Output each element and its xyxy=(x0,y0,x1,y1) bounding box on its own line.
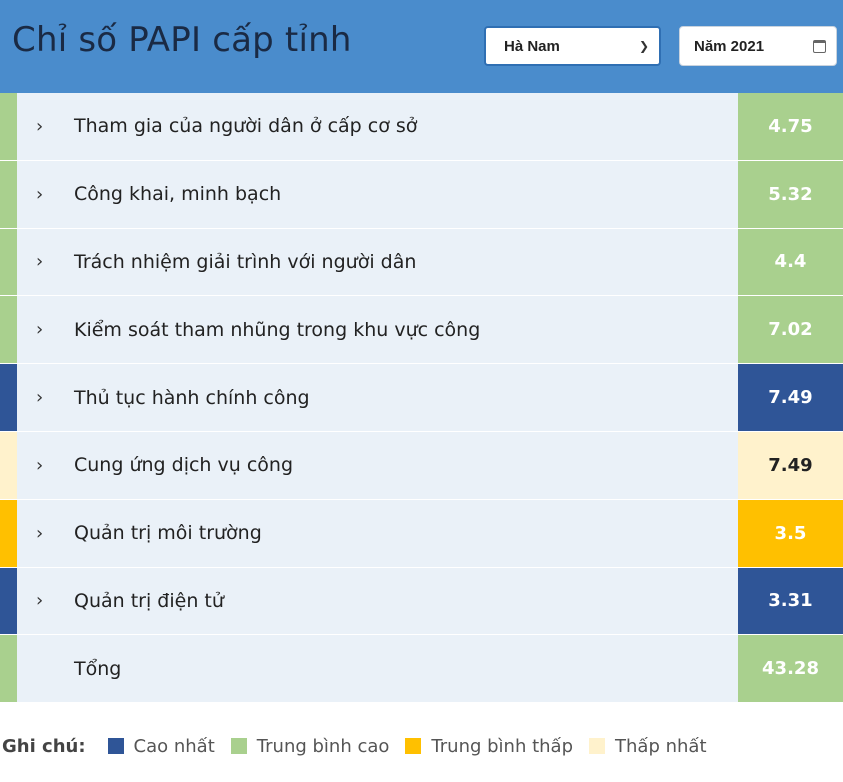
table-row[interactable]: › Thủ tục hành chính công 7.49 xyxy=(0,364,843,432)
index-table: › Tham gia của người dân ở cấp cơ sở 4.7… xyxy=(0,93,843,704)
legend-item: Thấp nhất xyxy=(589,736,707,757)
table-row[interactable]: › Công khai, minh bạch 5.32 xyxy=(0,160,843,229)
legend-label: Trung bình cao xyxy=(256,735,390,757)
chevron-right-icon[interactable]: › xyxy=(36,432,43,499)
legend-swatch xyxy=(405,738,422,754)
legend-title: Ghi chú: xyxy=(2,735,86,757)
calendar-icon xyxy=(813,39,826,53)
chevron-right-icon[interactable]: › xyxy=(36,364,43,431)
table-row[interactable]: › Quản trị môi trường 3.5 xyxy=(0,499,843,568)
table-row[interactable]: › Kiểm soát tham nhũng trong khu vực côn… xyxy=(0,296,843,365)
level-strip xyxy=(0,499,17,567)
page-header: Chỉ số PAPI cấp tỉnh Hà Nam ❯ Năm 2021 xyxy=(0,0,843,93)
row-value: 7.49 xyxy=(738,364,843,431)
legend-swatch xyxy=(230,738,247,754)
total-row: Tổng 43.28 xyxy=(0,635,843,704)
chevron-right-icon[interactable]: › xyxy=(36,229,43,296)
year-picker[interactable]: Năm 2021 xyxy=(679,26,837,66)
row-value: 3.31 xyxy=(738,567,843,635)
legend-label: Thấp nhất xyxy=(615,735,707,757)
legend-label: Cao nhất xyxy=(133,735,215,757)
legend-swatch xyxy=(589,738,606,754)
chevron-right-icon[interactable]: › xyxy=(36,500,43,567)
year-picker-value: Năm 2021 xyxy=(694,37,765,55)
legend-item: Cao nhất xyxy=(107,735,215,757)
level-strip xyxy=(0,93,17,160)
chevron-right-icon[interactable]: › xyxy=(36,93,43,160)
row-label: Kiểm soát tham nhũng trong khu vực công xyxy=(74,318,481,341)
row-label: Thủ tục hành chính công xyxy=(74,386,310,409)
legend-label: Trung bình thấp xyxy=(431,735,574,757)
row-label: Quản trị điện tử xyxy=(74,589,224,612)
row-value: 7.49 xyxy=(738,431,843,499)
province-select-value: Hà Nam xyxy=(504,37,560,55)
table-row[interactable]: › Cung ứng dịch vụ công 7.49 xyxy=(0,431,843,500)
legend-item: Trung bình thấp xyxy=(405,736,573,757)
total-value: 43.28 xyxy=(738,635,843,703)
chevron-right-icon[interactable]: › xyxy=(36,161,43,228)
row-label: Trách nhiệm giải trình với người dân xyxy=(74,250,417,273)
legend-item: Trung bình cao xyxy=(230,735,390,757)
level-strip xyxy=(0,160,17,228)
chevron-down-icon: ❯ xyxy=(638,39,649,53)
row-value: 7.02 xyxy=(738,296,843,364)
level-strip xyxy=(0,635,17,703)
level-strip xyxy=(0,296,17,364)
table-row[interactable]: › Quản trị điện tử 3.31 xyxy=(0,567,843,636)
level-strip xyxy=(0,364,17,431)
level-strip xyxy=(0,431,17,499)
row-value: 3.5 xyxy=(738,499,843,567)
level-strip xyxy=(0,228,17,296)
page-title: Chỉ số PAPI cấp tỉnh xyxy=(12,20,352,60)
chevron-right-icon[interactable]: › xyxy=(36,568,43,635)
table-row[interactable]: › Trách nhiệm giải trình với người dân 4… xyxy=(0,228,843,297)
row-label: Tham gia của người dân ở cấp cơ sở xyxy=(74,115,418,138)
table-row[interactable]: › Tham gia của người dân ở cấp cơ sở 4.7… xyxy=(0,93,843,161)
total-label: Tổng xyxy=(74,657,122,680)
row-value: 5.32 xyxy=(738,160,843,228)
level-strip xyxy=(0,567,17,635)
row-value: 4.75 xyxy=(738,93,843,160)
row-label: Cung ứng dịch vụ công xyxy=(74,454,294,477)
province-select[interactable]: Hà Nam ❯ xyxy=(484,26,661,66)
chevron-right-icon[interactable]: › xyxy=(36,296,43,363)
row-label: Quản trị môi trường xyxy=(74,522,262,545)
row-label: Công khai, minh bạch xyxy=(74,183,282,206)
legend-swatch xyxy=(107,738,124,754)
legend: Ghi chú: Cao nhất Trung bình cao Trung b… xyxy=(0,733,843,759)
row-value: 4.4 xyxy=(738,228,843,296)
